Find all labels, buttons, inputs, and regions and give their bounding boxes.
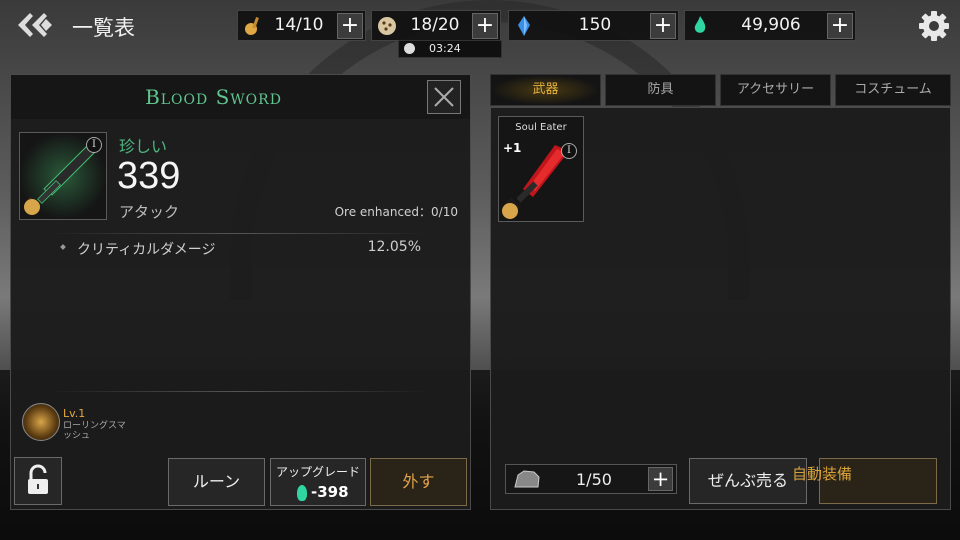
auto-equip-button[interactable]: 自動装備 [792,458,937,504]
divider [49,233,429,234]
resource-blue-crystal-value: 150 [578,15,612,35]
power-value: 339 [117,155,181,197]
item-icon-frame: I [19,132,107,220]
settings-gear-icon[interactable] [918,10,950,42]
blue-crystal-icon [518,16,530,36]
inventory-capacity: 1/50 + [505,464,677,494]
lute-icon [245,17,259,35]
inventory-panel: Soul Eater +1 I 1/50 + ぜんぶ売る 自動装備 [490,107,951,510]
tab-costumes[interactable]: コスチューム [835,74,951,106]
page-title: 一覧表 [72,16,135,40]
unequip-button[interactable]: 外す [370,458,467,506]
inventory-tabs: 武器 防具 アクセサリー コスチューム [490,74,951,106]
tier-badge: I [86,137,102,153]
resource-cookie: 18/20 + [371,10,501,41]
resource-cookie-value: 18/20 [410,15,460,35]
green-flame-icon [297,485,307,501]
upgrade-button[interactable]: アップグレード -398 [270,458,366,506]
lock-button[interactable] [14,457,62,505]
clock-icon [404,43,415,54]
inventory-item-name: Soul Eater [515,122,567,133]
cookie-timer-value: 03:24 [429,42,461,55]
item-header: Blood Sword [11,75,470,119]
resource-lute: 14/10 + [237,10,366,41]
auto-equip-label: 自動装備 [792,465,853,483]
green-flame-icon [694,16,706,33]
resource-lute-value: 14/10 [274,15,324,35]
resource-green-flame-value: 49,906 [741,15,801,35]
stat-type-label: アタック [119,203,180,221]
ore-enhanced-status: Ore enhanced：0/10 [334,205,458,219]
resource-blue-crystal: 150 + [508,10,679,41]
tab-weapons[interactable]: 武器 [490,74,601,106]
capacity-value: 1/50 [576,470,612,489]
skill-mini-icon [24,199,40,215]
add-lute-button[interactable]: + [337,13,363,39]
back-arrow-icon[interactable] [16,8,56,42]
upgrade-label: アップグレード [275,465,360,479]
tab-armor[interactable]: 防具 [605,74,716,106]
top-bar: 一覧表 14/10 + 18/20 + 03:24 150 + 49,906 + [0,0,960,58]
expand-inventory-button[interactable]: + [648,467,673,491]
item-enhance-level: +1 [503,141,522,155]
rune-button[interactable]: ルーン [168,458,265,506]
skill-name: ローリングスマッシュ [63,421,126,441]
sub-stat-value: 12.05% [367,239,421,255]
bullet-icon [60,244,66,250]
inventory-item-slot[interactable]: Soul Eater +1 I [498,116,584,222]
divider [49,391,429,392]
unlock-icon [28,464,48,494]
add-green-flame-button[interactable]: + [827,13,853,39]
cookie-icon [378,17,396,35]
tab-accessories[interactable]: アクセサリー [720,74,831,106]
upgrade-cost: -398 [311,483,349,501]
rolling-smash-skill-icon[interactable] [22,403,60,441]
cookie-timer: 03:24 [398,40,502,58]
item-name: Blood Sword [145,85,282,109]
skill-level: Lv.1 [63,407,86,420]
item-detail-panel: Blood Sword I 珍しい 339 アタック Ore enhanced：… [10,74,471,510]
add-cookie-button[interactable]: + [472,13,498,39]
tier-badge: I [561,143,577,159]
bag-icon [514,470,540,488]
close-icon [434,87,454,107]
sub-stat-name: クリティカルダメージ [77,242,216,258]
add-blue-crystal-button[interactable]: + [650,13,676,39]
close-button[interactable] [427,80,461,114]
sell-all-button[interactable]: ぜんぶ売る [689,458,807,504]
rarity-label: 珍しい [119,137,168,156]
resource-green-flame: 49,906 + [684,10,856,41]
equipped-mark-icon [502,203,518,219]
